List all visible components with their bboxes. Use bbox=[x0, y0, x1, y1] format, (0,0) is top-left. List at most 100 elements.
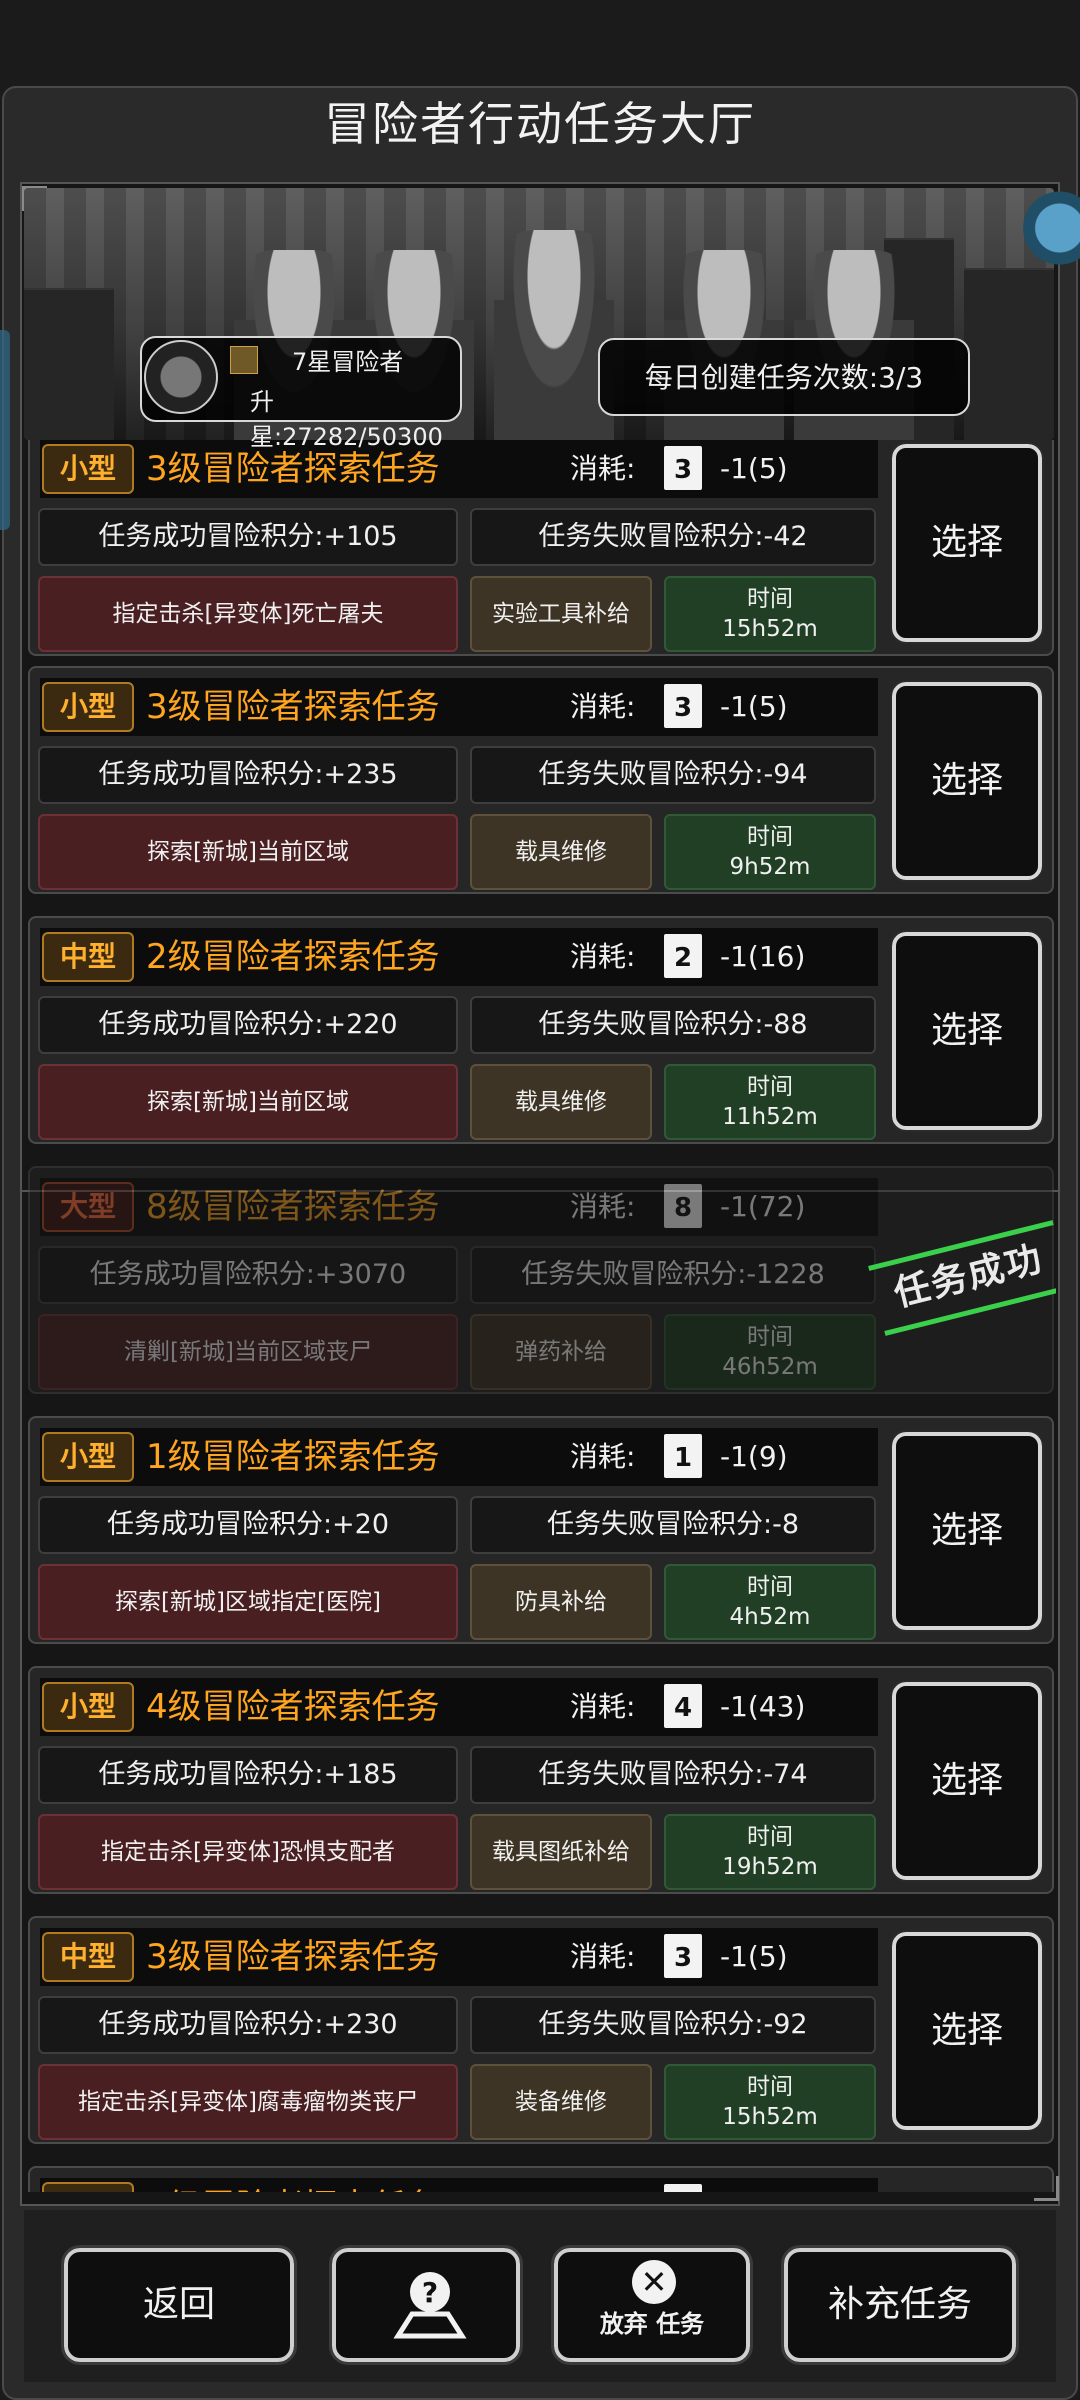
rank-progress: 升星:27282/50300 bbox=[250, 388, 443, 451]
task-time: 时间 46h52m bbox=[664, 1314, 876, 1390]
task-title: 1级冒险者探索任务 bbox=[146, 1437, 440, 1477]
task-card: 中型 3级冒险者探索任务 消耗: 3 -1(5) 任务成功冒险积分:+230 任… bbox=[28, 1916, 1054, 2144]
cost-value: -1(9) bbox=[720, 1440, 788, 1473]
time-value: 15h52m bbox=[722, 616, 818, 642]
task-reward: 载具维修 bbox=[470, 1064, 652, 1140]
task-card: 小型 1级冒险者探索任务 消耗: 1 -1(9) 任务成功冒险积分:+20 任务… bbox=[28, 1416, 1054, 1644]
task-title: 8级冒险者探索任务 bbox=[146, 1187, 440, 1227]
time-label: 时间 bbox=[747, 1324, 793, 1350]
success-score: 任务成功冒险积分:+185 bbox=[38, 1746, 458, 1804]
cost-label: 消耗: bbox=[570, 940, 636, 973]
task-title: 5级冒险者探索任务 bbox=[146, 2184, 440, 2192]
task-size-badge: 大型 bbox=[42, 1182, 134, 1232]
select-button[interactable]: 选择 bbox=[890, 930, 1044, 1132]
task-card: 小型 3级冒险者探索任务 消耗: 3 -1(5) 任务成功冒险积分:+105 任… bbox=[28, 440, 1054, 656]
task-header: 中型 2级冒险者探索任务 消耗: 2 -1(16) bbox=[40, 928, 878, 986]
refill-task-button[interactable]: 补充任务 bbox=[781, 2245, 1019, 2365]
cost-label: 消耗: bbox=[570, 452, 636, 485]
task-target: 指定击杀[异变体]腐毒瘤物类丧尸 bbox=[38, 2064, 458, 2140]
close-icon: ✕ bbox=[632, 2260, 676, 2304]
success-score: 任务成功冒险积分:+220 bbox=[38, 996, 458, 1054]
task-target: 指定击杀[异变体]死亡屠夫 bbox=[38, 576, 458, 652]
fail-score: 任务失败冒险积分:-74 bbox=[470, 1746, 876, 1804]
select-button[interactable]: 选择 bbox=[890, 1930, 1044, 2132]
task-size-badge: 小型 bbox=[42, 1682, 134, 1732]
level-card-icon: 8 bbox=[664, 1184, 702, 1228]
daily-create-count: 每日创建任务次数:3/3 bbox=[598, 338, 970, 416]
success-score: 任务成功冒险积分:+230 bbox=[38, 1996, 458, 2054]
task-title: 4级冒险者探索任务 bbox=[146, 1687, 440, 1727]
time-label: 时间 bbox=[747, 824, 793, 850]
task-target: 探索[新城]当前区域 bbox=[38, 814, 458, 890]
task-header: 小型 5级冒险者探索任务 消耗: -1(4) bbox=[40, 2178, 878, 2192]
cost-value: -1(4) bbox=[720, 2184, 788, 2192]
task-target: 指定击杀[异变体]恐惧支配者 bbox=[38, 1814, 458, 1890]
fail-score: 任务失败冒险积分:-8 bbox=[470, 1496, 876, 1554]
task-card: 小型 4级冒险者探索任务 消耗: 4 -1(43) 任务成功冒险积分:+185 … bbox=[28, 1666, 1054, 1894]
task-reward: 防具补给 bbox=[470, 1564, 652, 1640]
task-size-badge: 小型 bbox=[42, 682, 134, 732]
abandon-task-label: 放弃 任务 bbox=[599, 2310, 705, 2338]
rank-badge-icon bbox=[230, 346, 258, 374]
task-list[interactable]: 小型 3级冒险者探索任务 消耗: 3 -1(5) 任务成功冒险积分:+105 任… bbox=[24, 440, 1056, 2192]
cost-value: -1(5) bbox=[720, 452, 788, 485]
task-reward: 载具图纸补给 bbox=[470, 1814, 652, 1890]
task-time: 时间 11h52m bbox=[664, 1064, 876, 1140]
select-button[interactable]: 选择 bbox=[890, 1430, 1044, 1632]
task-size-badge: 小型 bbox=[42, 2182, 134, 2192]
time-label: 时间 bbox=[747, 586, 793, 612]
task-card: 中型 2级冒险者探索任务 消耗: 2 -1(16) 任务成功冒险积分:+220 … bbox=[28, 916, 1054, 1144]
cost-label: 消耗: bbox=[570, 1690, 636, 1723]
svg-text:?: ? bbox=[422, 2276, 438, 2309]
task-header: 中型 3级冒险者探索任务 消耗: 3 -1(5) bbox=[40, 1928, 878, 1986]
abandon-task-button[interactable]: ✕ 放弃 任务 bbox=[551, 2245, 753, 2365]
select-button[interactable]: 选择 bbox=[890, 1680, 1044, 1882]
rank-panel: 7星冒险者 升星:27282/50300 bbox=[140, 336, 462, 451]
task-header: 小型 4级冒险者探索任务 消耗: 4 -1(43) bbox=[40, 1678, 878, 1736]
cost-value: -1(72) bbox=[720, 1190, 806, 1223]
fail-score: 任务失败冒险积分:-88 bbox=[470, 996, 876, 1054]
fail-score: 任务失败冒险积分:-1228 bbox=[470, 1246, 876, 1304]
avatar bbox=[144, 340, 218, 414]
task-size-badge: 中型 bbox=[42, 1932, 134, 1982]
help-button[interactable]: ? bbox=[329, 2245, 523, 2365]
task-title: 3级冒险者探索任务 bbox=[146, 449, 440, 489]
task-target: 清剿[新城]当前区域丧尸 bbox=[38, 1314, 458, 1390]
time-value: 19h52m bbox=[722, 1854, 818, 1880]
cost-label: 消耗: bbox=[570, 690, 636, 723]
time-value: 9h52m bbox=[729, 854, 811, 880]
cost-label: 消耗: bbox=[570, 1440, 636, 1473]
building bbox=[964, 268, 1054, 440]
cost-label: 消耗: bbox=[570, 1190, 636, 1223]
task-header: 大型 8级冒险者探索任务 消耗: 8 -1(72) bbox=[40, 1178, 878, 1236]
task-card: 小型 3级冒险者探索任务 消耗: 3 -1(5) 任务成功冒险积分:+235 任… bbox=[28, 666, 1054, 894]
cost-value: -1(5) bbox=[720, 1940, 788, 1973]
level-card-icon: 1 bbox=[664, 1434, 702, 1478]
task-title: 2级冒险者探索任务 bbox=[146, 937, 440, 977]
mascot-icon[interactable] bbox=[1012, 168, 1080, 288]
task-time: 时间 15h52m bbox=[664, 576, 876, 652]
back-button[interactable]: 返回 bbox=[61, 2245, 297, 2365]
time-value: 46h52m bbox=[722, 1354, 818, 1380]
task-reward: 弹药补给 bbox=[470, 1314, 652, 1390]
cost-label: 消耗: bbox=[570, 1940, 636, 1973]
select-button[interactable]: 选择 bbox=[890, 442, 1044, 644]
level-card-icon: 4 bbox=[664, 1684, 702, 1728]
task-card: 小型 5级冒险者探索任务 消耗: -1(4) bbox=[28, 2166, 1054, 2192]
cost-value: -1(5) bbox=[720, 690, 788, 723]
task-title: 3级冒险者探索任务 bbox=[146, 687, 440, 727]
page-title: 冒险者行动任务大厅 bbox=[324, 97, 756, 151]
fail-score: 任务失败冒险积分:-92 bbox=[470, 1996, 876, 2054]
task-reward: 实验工具补给 bbox=[470, 576, 652, 652]
time-value: 11h52m bbox=[722, 1104, 818, 1130]
success-score: 任务成功冒险积分:+20 bbox=[38, 1496, 458, 1554]
task-target: 探索[新城]区域指定[医院] bbox=[38, 1564, 458, 1640]
side-drawer-tab[interactable] bbox=[0, 330, 10, 530]
fail-score: 任务失败冒险积分:-42 bbox=[470, 508, 876, 566]
rank-name: 7星冒险者 bbox=[292, 348, 404, 376]
time-value: 4h52m bbox=[729, 1604, 811, 1630]
select-button[interactable]: 选择 bbox=[890, 680, 1044, 882]
task-time: 时间 4h52m bbox=[664, 1564, 876, 1640]
character-portrait bbox=[494, 230, 614, 440]
task-header: 小型 1级冒险者探索任务 消耗: 1 -1(9) bbox=[40, 1428, 878, 1486]
